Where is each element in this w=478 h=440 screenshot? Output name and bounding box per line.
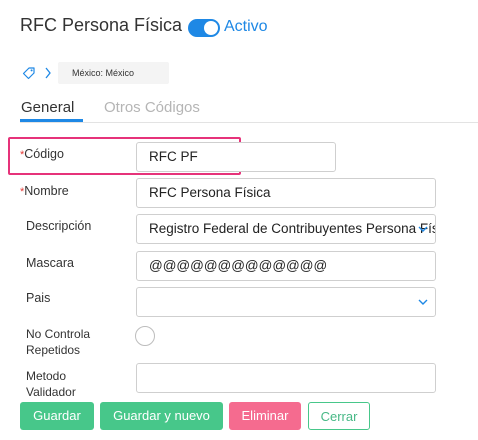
active-toggle-label: Activo <box>224 18 268 35</box>
cerrar-button[interactable]: Cerrar <box>308 402 370 430</box>
guardar-button[interactable]: Guardar <box>20 402 94 430</box>
metodo-label: Metodo Validador <box>26 369 76 399</box>
nombre-label: *Nombre <box>20 184 69 198</box>
pais-select[interactable] <box>136 287 436 317</box>
nombre-input[interactable]: RFC Persona Física <box>136 178 436 208</box>
chevron-down-icon <box>418 299 428 305</box>
page-title: RFC Persona Física <box>20 15 183 35</box>
codigo-label: *Código <box>20 147 64 161</box>
mascara-label: Mascara <box>26 256 74 270</box>
chevron-down-icon <box>418 226 428 232</box>
tag-icon[interactable] <box>22 66 36 80</box>
chevron-right-icon <box>45 67 51 79</box>
no-controla-radio[interactable] <box>135 326 155 346</box>
descripcion-value: Registro Federal de Contribuyentes Perso… <box>149 221 436 236</box>
no-controla-label: No Controla Repetidos <box>26 327 91 357</box>
active-toggle[interactable] <box>188 19 220 37</box>
tab-otros-codigos[interactable]: Otros Códigos <box>104 99 200 116</box>
eliminar-button[interactable]: Eliminar <box>229 402 301 430</box>
pais-label: Pais <box>26 291 51 305</box>
metodo-input[interactable] <box>136 363 436 393</box>
mascara-input[interactable]: @@@@@@@@@@@@@ <box>136 251 436 281</box>
tab-general[interactable]: General <box>21 99 74 116</box>
tabs-divider <box>20 122 478 123</box>
breadcrumb-item[interactable]: México: México <box>58 62 169 84</box>
descripcion-label: Descripción <box>26 219 92 233</box>
descripcion-select[interactable]: Registro Federal de Contribuyentes Perso… <box>136 214 436 244</box>
guardar-y-nuevo-button[interactable]: Guardar y nuevo <box>100 402 223 430</box>
codigo-input[interactable]: RFC PF <box>136 142 336 172</box>
toggle-knob <box>204 21 218 35</box>
